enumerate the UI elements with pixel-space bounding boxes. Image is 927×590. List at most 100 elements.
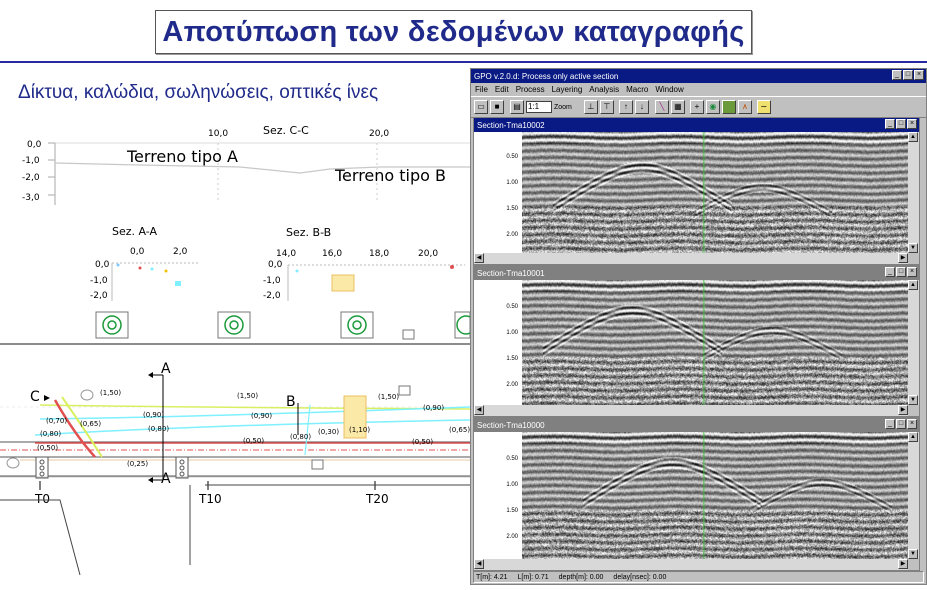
scroll-down-arrow[interactable]: ▼ xyxy=(908,395,918,405)
axis-tick: 1.00 xyxy=(506,180,518,186)
depth-label: (1,50) xyxy=(237,392,258,400)
manhole-icon xyxy=(217,311,251,339)
sez-aa-ytick: -2,0 xyxy=(90,291,108,301)
axis-tick: 1.00 xyxy=(506,330,518,336)
radargram-canvas[interactable] xyxy=(522,280,908,405)
app-titlebar[interactable]: GPO v.2.0.d: Process only active section… xyxy=(471,69,926,83)
status-t: T[m]: 4.21 xyxy=(476,573,508,581)
sez-aa-title: Sez. A-A xyxy=(112,225,158,238)
sez-aa-ytick: 0,0 xyxy=(95,260,110,270)
close-button[interactable]: × xyxy=(907,119,917,129)
open-icon[interactable]: ▭ xyxy=(474,100,488,114)
menu-process[interactable]: Process xyxy=(516,85,545,94)
depth-label: (0,50) xyxy=(37,444,58,452)
horizontal-scrollbar[interactable]: ◀ ▶ xyxy=(474,559,908,570)
minimize-button[interactable]: _ xyxy=(885,419,895,429)
maximize-button[interactable]: □ xyxy=(896,267,906,277)
scroll-right-arrow[interactable]: ▶ xyxy=(898,253,908,263)
menu-macro[interactable]: Macro xyxy=(626,85,648,94)
move-up-icon[interactable]: ⊥ xyxy=(583,100,598,114)
maximize-button[interactable]: □ xyxy=(903,70,913,80)
close-button[interactable]: × xyxy=(914,70,924,80)
close-button[interactable]: × xyxy=(907,267,917,277)
minimize-button[interactable]: _ xyxy=(892,70,902,80)
arrow-down-icon[interactable]: ↓ xyxy=(634,100,649,114)
save-icon[interactable]: ■ xyxy=(490,100,504,114)
section-window-2[interactable]: Section-Tma10001 _ □ × 0.50 1.00 1.50 2.00… xyxy=(473,265,920,417)
menu-file[interactable]: File xyxy=(475,85,488,94)
sez-bb-xtick: 14,0 xyxy=(276,249,296,259)
minimize-button[interactable]: _ xyxy=(885,119,895,129)
scroll-up-arrow[interactable]: ▲ xyxy=(908,432,918,442)
print-icon[interactable]: ▤ xyxy=(510,100,524,114)
radargram[interactable] xyxy=(522,432,908,559)
toolbar: ▭ ■ ▤ 1:1 Zoom ⊥ ⊤ ↑ ↓ ╲ ▦ + ◉ ∧ ∼ xyxy=(471,96,926,118)
marker-a-bottom: A xyxy=(161,471,171,487)
vertical-scrollbar[interactable]: ▲ ▼ xyxy=(908,432,919,559)
radargram-canvas[interactable] xyxy=(522,132,908,253)
scroll-up-arrow[interactable]: ▲ xyxy=(908,280,918,290)
scroll-right-arrow[interactable]: ▶ xyxy=(898,559,908,569)
layer-icon[interactable]: ▦ xyxy=(670,100,685,114)
depth-axis: 0.50 1.00 1.50 2.00 xyxy=(474,280,523,405)
section-titlebar[interactable]: Section-Tma10001 _ □ × xyxy=(474,266,919,280)
zoom-select[interactable]: 1:1 xyxy=(526,101,552,113)
horizontal-scrollbar[interactable]: ◀ ▶ xyxy=(474,253,908,264)
section-titlebar[interactable]: Section-Tma10002 _ □ × xyxy=(474,118,919,132)
axis-tick: 2.00 xyxy=(506,382,518,388)
status-l: L[m]: 0.71 xyxy=(517,573,549,581)
depth-label: (0,90) xyxy=(143,411,164,419)
axis-tick: 1.50 xyxy=(506,508,518,514)
depth-label: (0,80) xyxy=(40,430,61,438)
depth-label: (0,65) xyxy=(449,426,470,434)
radargram[interactable] xyxy=(522,132,908,253)
radargram[interactable] xyxy=(522,280,908,405)
scroll-down-arrow[interactable]: ▼ xyxy=(908,243,918,253)
menu-window[interactable]: Window xyxy=(655,85,683,94)
station-t10: T10 xyxy=(198,492,222,506)
minimize-button[interactable]: _ xyxy=(885,267,895,277)
section-window-1[interactable]: Section-Tma10002 _ □ × 0.50 1.00 1.50 2.00… xyxy=(473,117,920,265)
sez-cc-title: Sez. C-C xyxy=(263,124,309,137)
section-titlebar[interactable]: Section-Tma10000 _ □ × xyxy=(474,418,919,432)
vertical-scrollbar[interactable]: ▲ ▼ xyxy=(908,280,919,405)
traffic-light-icon xyxy=(35,456,49,479)
hyperbola-icon[interactable]: ∧ xyxy=(737,100,752,114)
depth-label: (0,50) xyxy=(412,438,433,446)
section-window-3[interactable]: Section-Tma10000 _ □ × 0.50 1.00 1.50 2.00… xyxy=(473,417,920,571)
maximize-button[interactable]: □ xyxy=(896,119,906,129)
sez-aa-ytick: -1,0 xyxy=(90,276,108,286)
sez-bb-ytick: -2,0 xyxy=(263,291,281,301)
depth-label: (0,90) xyxy=(423,404,444,412)
depth-label: (1,50) xyxy=(378,393,399,401)
scroll-right-arrow[interactable]: ▶ xyxy=(898,405,908,415)
horizontal-scrollbar[interactable]: ◀ ▶ xyxy=(474,405,908,416)
move-down-icon[interactable]: ⊤ xyxy=(599,100,614,114)
sez-cc-ytick: -1,0 xyxy=(22,156,40,166)
station-t20: T20 xyxy=(365,492,389,506)
manhole-icon xyxy=(95,311,129,339)
marker-a-top: A xyxy=(161,361,171,377)
arrow-up-icon[interactable]: ↑ xyxy=(618,100,633,114)
crosshair-icon[interactable]: + xyxy=(689,100,704,114)
menu-layering[interactable]: Layering xyxy=(552,85,583,94)
menu-edit[interactable]: Edit xyxy=(495,85,509,94)
fill-icon[interactable] xyxy=(721,100,736,114)
depth-label: (0,90) xyxy=(251,412,272,420)
maximize-button[interactable]: □ xyxy=(896,419,906,429)
wave-icon[interactable]: ∼ xyxy=(756,100,771,114)
menu-analysis[interactable]: Analysis xyxy=(589,85,619,94)
scroll-left-arrow[interactable]: ◀ xyxy=(474,253,484,263)
depth-label: (0,65) xyxy=(80,420,101,428)
scroll-left-arrow[interactable]: ◀ xyxy=(474,405,484,415)
scroll-left-arrow[interactable]: ◀ xyxy=(474,559,484,569)
vertical-scrollbar[interactable]: ▲ ▼ xyxy=(908,132,919,253)
scroll-up-arrow[interactable]: ▲ xyxy=(908,132,918,142)
close-button[interactable]: × xyxy=(907,419,917,429)
pen-icon[interactable]: ╲ xyxy=(654,100,669,114)
target-icon[interactable]: ◉ xyxy=(705,100,720,114)
scroll-down-arrow[interactable]: ▼ xyxy=(908,549,918,559)
slide-title: Αποτύπωση των δεδομένων καταγραφής xyxy=(162,15,745,48)
radargram-canvas[interactable] xyxy=(522,432,908,559)
station-t0: T0 xyxy=(34,492,50,506)
